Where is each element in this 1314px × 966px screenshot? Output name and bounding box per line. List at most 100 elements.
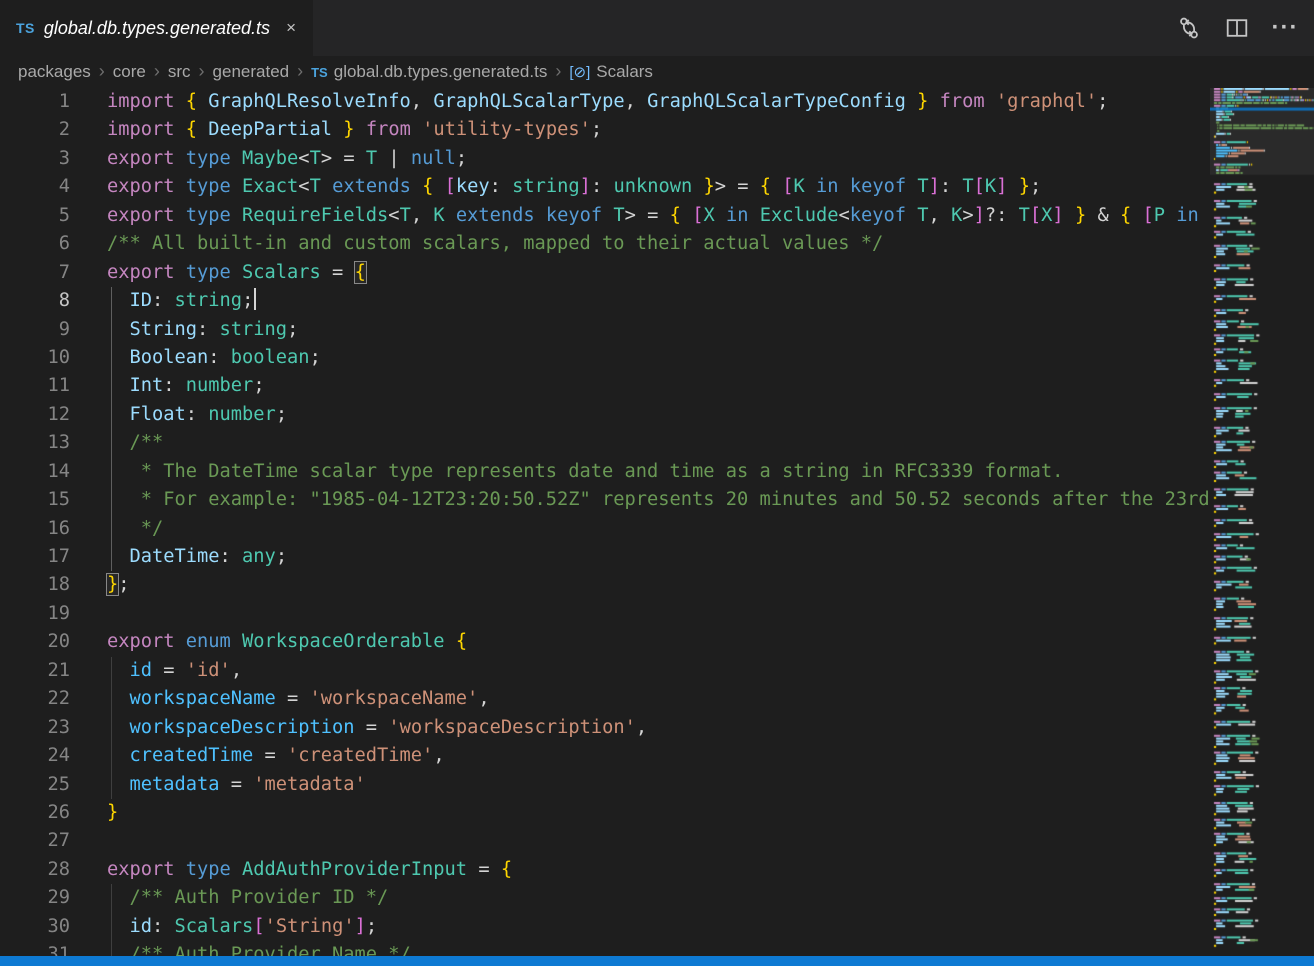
line-number[interactable]: 20 [0,628,70,656]
line-number[interactable]: 12 [0,401,70,429]
code-line[interactable]: 7 export type Scalars = { [0,259,1210,287]
code-line[interactable]: 6 /** All built-in and custom scalars, ma… [0,230,1210,258]
code-text: /** Auth Provider Name */ [107,941,411,956]
code-text: * The DateTime scalar type represents da… [107,458,1063,486]
code-line[interactable]: 5 export type RequireFields<T, K extends … [0,202,1210,230]
code-text: String: string; [107,316,298,344]
code-line[interactable]: 12 Float: number; [0,401,1210,429]
breadcrumb-label: core [113,62,146,82]
line-number[interactable]: 17 [0,543,70,571]
code-line[interactable]: 4export type Exact<T extends { [key: str… [0,173,1210,201]
code-line[interactable]: 23 workspaceDescription = 'workspaceDesc… [0,714,1210,742]
code-line[interactable]: 31 /** Auth Provider Name */ [0,941,1210,956]
line-number[interactable]: 28 [0,856,70,884]
code-line[interactable]: 20export enum WorkspaceOrderable { [0,628,1210,656]
line-number[interactable]: 1 [0,88,70,116]
open-changes-icon[interactable] [1172,11,1206,45]
chevron-right-icon: › [154,61,160,82]
code-editor[interactable]: 1 import { GraphQLResolveInfo, GraphQLSca… [0,88,1210,956]
more-actions-icon[interactable]: ··· [1268,11,1302,45]
line-number[interactable]: 6 [0,230,70,258]
line-number[interactable]: 23 [0,714,70,742]
code-text: metadata = 'metadata' [107,771,366,799]
breadcrumb-item-global-db-types-generated-ts[interactable]: TSglobal.db.types.generated.ts [311,62,547,82]
code-line[interactable]: 8 ID: string; [0,287,1210,315]
line-number[interactable]: 8 [0,287,70,315]
code-line[interactable]: 1 import { GraphQLResolveInfo, GraphQLSca… [0,88,1210,116]
line-number[interactable]: 24 [0,742,70,770]
line-number[interactable]: 9 [0,316,70,344]
line-number[interactable]: 16 [0,515,70,543]
code-text: workspaceDescription = 'workspaceDescrip… [107,714,647,742]
line-number[interactable]: 15 [0,486,70,514]
line-number[interactable]: 18 [0,571,70,599]
split-editor-icon[interactable] [1220,11,1254,45]
code-text: import { GraphQLResolveInfo, GraphQLScal… [107,88,1108,116]
code-line[interactable]: 21 id = 'id', [0,657,1210,685]
code-line[interactable]: 10 Boolean: boolean; [0,344,1210,372]
code-text: /** Auth Provider ID */ [107,884,388,912]
breadcrumb-item-packages[interactable]: packages [18,62,91,82]
line-number[interactable]: 4 [0,173,70,201]
line-number[interactable]: 21 [0,657,70,685]
line-number[interactable]: 3 [0,145,70,173]
code-line[interactable]: 27 [0,827,1210,855]
code-text: id = 'id', [107,657,242,685]
chevron-right-icon: › [99,61,105,82]
line-number[interactable]: 30 [0,913,70,941]
line-number[interactable]: 25 [0,771,70,799]
code-line[interactable]: 30 id: Scalars['String']; [0,913,1210,941]
code-line[interactable]: 2import { DeepPartial } from 'utility-ty… [0,116,1210,144]
code-line[interactable]: 18}; [0,571,1210,599]
close-icon[interactable]: × [282,16,300,40]
breadcrumb-item-src[interactable]: src [168,62,191,82]
code-line[interactable]: 28export type AddAuthProviderInput = { [0,856,1210,884]
code-line[interactable]: 16 */ [0,515,1210,543]
tab-title: global.db.types.generated.ts [44,18,270,39]
code-line[interactable]: 3export type Maybe<T> = T | null; [0,145,1210,173]
code-text: /** All built-in and custom scalars, map… [107,230,883,258]
code-line[interactable]: 17 DateTime: any; [0,543,1210,571]
code-line[interactable]: 9 String: string; [0,316,1210,344]
line-number[interactable]: 27 [0,827,70,855]
code-line[interactable]: 24 createdTime = 'createdTime', [0,742,1210,770]
code-line[interactable]: 25 metadata = 'metadata' [0,771,1210,799]
breadcrumb-label: src [168,62,191,82]
code-text: createdTime = 'createdTime', [107,742,445,770]
line-number[interactable]: 14 [0,458,70,486]
line-number[interactable]: 7 [0,259,70,287]
line-number[interactable]: 22 [0,685,70,713]
breadcrumb-item-core[interactable]: core [113,62,146,82]
code-line[interactable]: 29 /** Auth Provider ID */ [0,884,1210,912]
code-line[interactable]: 22 workspaceName = 'workspaceName', [0,685,1210,713]
line-number[interactable]: 31 [0,941,70,956]
code-text: id: Scalars['String']; [107,913,377,941]
ts-file-icon: TS [311,65,328,80]
code-line[interactable]: 26} [0,799,1210,827]
code-line[interactable]: 15 * For example: "1985-04-12T23:20:50.5… [0,486,1210,514]
code-line[interactable]: 13 /** [0,429,1210,457]
line-number[interactable]: 10 [0,344,70,372]
line-number[interactable]: 2 [0,116,70,144]
breadcrumb-item-generated[interactable]: generated [213,62,290,82]
ellipsis-icon: ··· [1272,23,1299,33]
breadcrumb-item-scalars[interactable]: [⊘]Scalars [569,62,653,82]
minimap[interactable] [1210,88,1314,956]
ts-file-icon: TS [16,20,35,36]
line-number[interactable]: 26 [0,799,70,827]
code-text: export type RequireFields<T, K extends k… [107,202,1210,230]
line-number[interactable]: 13 [0,429,70,457]
line-number[interactable]: 5 [0,202,70,230]
code-text: * For example: "1985-04-12T23:20:50.52Z"… [107,486,1210,514]
code-line[interactable]: 14 * The DateTime scalar type represents… [0,458,1210,486]
line-number[interactable]: 19 [0,600,70,628]
line-number[interactable]: 11 [0,372,70,400]
tab-global-db-types-generated[interactable]: TS global.db.types.generated.ts × [0,0,313,56]
code-line[interactable]: 11 Int: number; [0,372,1210,400]
line-number[interactable]: 29 [0,884,70,912]
status-bar[interactable] [0,956,1314,966]
code-line[interactable]: 19 [0,600,1210,628]
code-text: /** [107,429,163,457]
code-text: export type Scalars = { [107,259,366,287]
code-text: }; [107,571,130,599]
